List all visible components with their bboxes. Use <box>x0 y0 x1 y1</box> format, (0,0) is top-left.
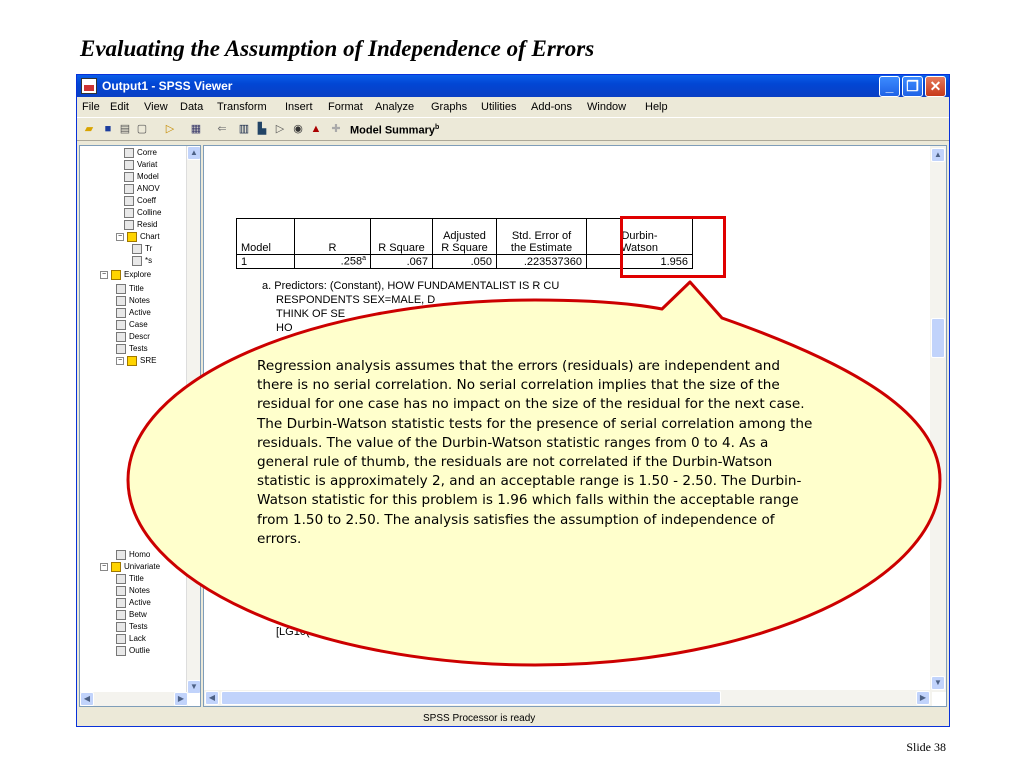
slide-number: Slide 38 <box>906 740 946 754</box>
callout-text: Regression analysis assumes that the err… <box>257 358 813 547</box>
